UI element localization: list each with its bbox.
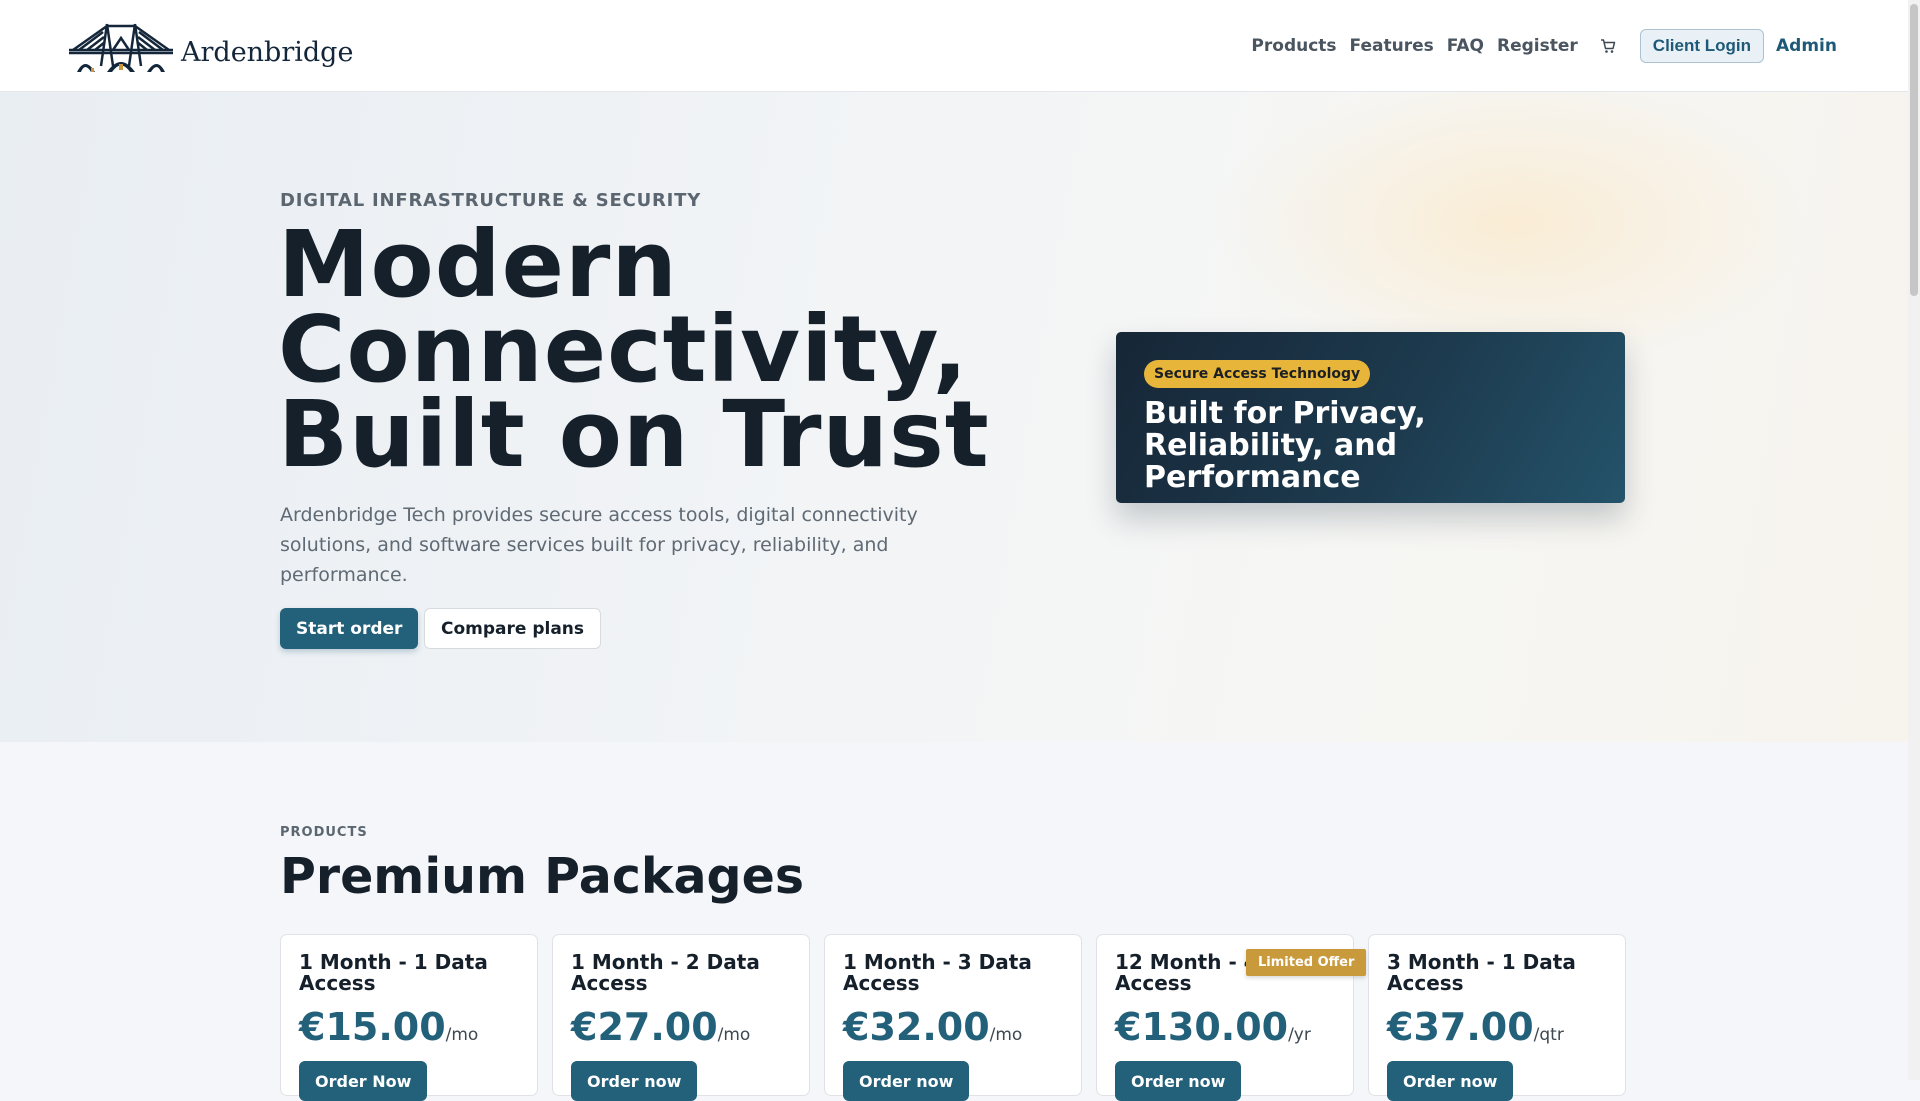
hero-title-line: Built on Trust [278, 381, 990, 488]
nav-faq[interactable]: FAQ [1447, 36, 1484, 56]
order-button[interactable]: Order Now [299, 1061, 428, 1101]
nav-features[interactable]: Features [1350, 36, 1434, 56]
hero-title: Modern Connectivity, Built on Trust [278, 219, 1058, 481]
feature-card: Secure Access Technology Built for Priva… [1116, 332, 1625, 503]
order-button[interactable]: Order now [1115, 1061, 1242, 1101]
hero-description: Ardenbridge Tech provides secure access … [280, 504, 918, 586]
cart-icon [1600, 38, 1616, 53]
hero-eyebrow: DIGITAL INFRASTRUCTURE & SECURITY [280, 190, 702, 211]
limited-offer-badge: Limited Offer [1246, 949, 1367, 976]
bridge-logo-icon [69, 23, 173, 72]
price-row: €130.00/yr [1115, 1005, 1311, 1049]
product-price: €32.00 [843, 1005, 990, 1049]
price-row: €32.00/mo [843, 1005, 1022, 1049]
price-row: €37.00/qtr [1387, 1005, 1564, 1049]
top-navigation-bar: Ardenbridge Products Features FAQ Regist… [0, 0, 1908, 92]
product-name: 1 Month - 1 Data Access [299, 950, 488, 995]
price-row: €27.00/mo [571, 1005, 750, 1049]
order-button[interactable]: Order now [1387, 1061, 1514, 1101]
scrollbar-thumb[interactable] [1910, 4, 1918, 296]
order-button[interactable]: Order now [571, 1061, 698, 1101]
product-card: 1 Month - 3 Data Access €32.00/mo Order … [824, 934, 1082, 1101]
products-eyebrow: PRODUCTS [280, 825, 368, 840]
price-period: /mo [717, 1025, 751, 1045]
product-card: 1 Month - 2 Data Access €27.00/mo Order … [552, 934, 810, 1101]
admin-link[interactable]: Admin [1776, 36, 1837, 56]
order-button[interactable]: Order now [843, 1061, 970, 1101]
main-nav: Products Features FAQ Register Client Lo… [1251, 0, 1908, 91]
secure-access-badge: Secure Access Technology [1144, 360, 1371, 388]
nav-register[interactable]: Register [1497, 36, 1578, 56]
product-card: 1 Month - 1 Data Access €15.00/mo Order … [280, 934, 538, 1101]
brand-logo[interactable]: Ardenbridge [67, 20, 353, 76]
price-row: €15.00/mo [299, 1005, 478, 1049]
price-period: /qtr [1533, 1025, 1564, 1045]
compare-plans-button[interactable]: Compare plans [424, 608, 602, 649]
product-price: €27.00 [571, 1005, 718, 1049]
product-price: €130.00 [1115, 1005, 1289, 1049]
nav-products[interactable]: Products [1251, 36, 1336, 56]
product-name: 1 Month - 2 Data Access [571, 950, 760, 995]
client-login-button[interactable]: Client Login [1639, 28, 1765, 63]
price-period: /yr [1288, 1025, 1311, 1045]
brand-name: Ardenbridge [181, 36, 354, 68]
cart-button[interactable] [1600, 38, 1616, 54]
product-price: €37.00 [1387, 1005, 1534, 1049]
product-card: 3 Month - 1 Data Access €37.00/qtr Order… [1368, 934, 1626, 1101]
price-period: /mo [989, 1025, 1023, 1045]
feature-card-title: Built for Privacy, Reliability, and Perf… [1144, 396, 1426, 495]
product-price: €15.00 [299, 1005, 446, 1049]
price-period: /mo [445, 1025, 479, 1045]
hero-section: DIGITAL INFRASTRUCTURE & SECURITY Modern… [0, 92, 1908, 742]
product-name: 3 Month - 1 Data Access [1387, 950, 1576, 995]
page-scrollbar[interactable] [1908, 0, 1920, 1080]
product-name: 1 Month - 3 Data Access [843, 950, 1032, 995]
products-title: Premium Packages [280, 848, 804, 905]
start-order-button[interactable]: Start order [280, 608, 419, 649]
